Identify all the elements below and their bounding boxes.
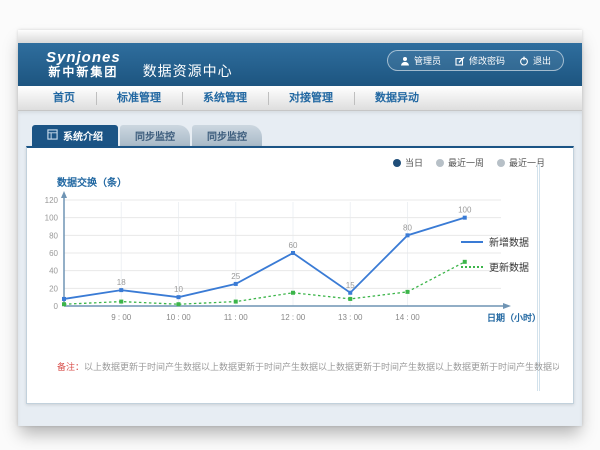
logout-button[interactable]: 退出 [519,54,551,67]
radio-dot [393,159,401,167]
radio-label: 最近一周 [448,156,484,169]
footnote-prefix: 备注： [57,362,84,372]
legend-label: 更新数据 [489,259,529,274]
edit-icon [455,56,465,66]
chart-legend: 新增数据 更新数据 [461,234,529,274]
svg-text:18: 18 [117,278,126,287]
svg-text:25: 25 [231,272,240,281]
svg-text:14 : 00: 14 : 00 [395,313,420,322]
logout-label: 退出 [533,54,551,67]
dotted-line-swatch [461,266,483,268]
time-filter-group: 当日 最近一周 最近一月 [393,156,545,169]
footnote-text: 以上数据更新于时间产生数据以上数据更新于时间产生数据以上数据更新于时间产生数据以… [84,362,559,372]
top-strip [18,30,582,43]
legend-label: 新增数据 [489,234,529,249]
svg-text:11 : 00: 11 : 00 [224,313,248,322]
tab-label: 同步监控 [135,128,175,143]
power-icon [519,56,529,66]
admin-user-label: 管理员 [414,54,441,67]
tab-bar: 系统介绍 同步监控 同步监控 [26,125,574,146]
svg-text:15: 15 [346,281,355,290]
nav-item-standard-mgmt[interactable]: 标准管理 [96,86,182,111]
legend-item-updated-data: 更新数据 [461,259,529,274]
radio-label: 当日 [405,156,423,169]
user-actions: 管理员 修改密码 退出 [387,50,564,71]
header: Synjones 新中新集团 数据资源中心 管理员 修改密码 退出 [18,43,582,86]
panel-right-divider [537,164,540,391]
svg-text:100: 100 [458,206,472,215]
radio-today[interactable]: 当日 [393,156,423,169]
svg-text:10: 10 [174,285,183,294]
radio-dot [436,159,444,167]
svg-text:10 : 00: 10 : 00 [166,313,191,322]
user-icon [400,56,410,66]
nav-item-data-change[interactable]: 数据异动 [354,86,440,111]
admin-user-button[interactable]: 管理员 [400,54,441,67]
logo-brand-text: Synjones [46,50,121,66]
page-title: 数据资源中心 [143,61,233,81]
tab-sync-monitor-1[interactable]: 同步监控 [120,125,190,146]
app-window: Synjones 新中新集团 数据资源中心 管理员 修改密码 退出 [18,30,582,426]
company-logo: Synjones 新中新集团 [46,50,121,78]
solid-line-swatch [461,241,483,243]
change-password-label: 修改密码 [469,54,505,67]
svg-text:日期（小时）: 日期（小时） [487,312,541,323]
svg-text:0: 0 [54,302,59,311]
svg-text:20: 20 [49,284,58,293]
svg-text:120: 120 [45,196,59,205]
y-axis-title: 数据交换（条） [57,174,127,189]
tab-label: 同步监控 [207,128,247,143]
content-area: 系统介绍 同步监控 同步监控 当日 最近一周 [18,111,582,426]
svg-text:80: 80 [49,231,58,240]
tab-label: 系统介绍 [63,128,103,143]
radio-dot [497,159,505,167]
form-icon [47,129,58,143]
radio-last-week[interactable]: 最近一周 [436,156,484,169]
tab-sync-monitor-2[interactable]: 同步监控 [192,125,262,146]
main-nav: 首页 标准管理 系统管理 对接管理 数据异动 [18,86,582,111]
nav-item-home[interactable]: 首页 [32,86,96,111]
svg-text:60: 60 [289,241,298,250]
svg-text:40: 40 [49,267,58,276]
svg-text:9 : 00: 9 : 00 [111,313,132,322]
svg-text:60: 60 [49,249,58,258]
svg-text:12 : 00: 12 : 00 [281,313,306,322]
tab-system-intro[interactable]: 系统介绍 [32,125,118,146]
legend-item-new-data: 新增数据 [461,234,529,249]
svg-text:100: 100 [45,214,59,223]
nav-item-system-mgmt[interactable]: 系统管理 [182,86,268,111]
footnote: 备注：以上数据更新于时间产生数据以上数据更新于时间产生数据以上数据更新于时间产生… [57,360,559,373]
svg-text:80: 80 [403,223,412,232]
chart-panel: 当日 最近一周 最近一月 数据交换（条） 0 20 40 60 80 100 120 18 10… [26,146,574,404]
svg-text:13 : 00: 13 : 00 [338,313,363,322]
change-password-button[interactable]: 修改密码 [455,54,505,67]
nav-item-interface-mgmt[interactable]: 对接管理 [268,86,354,111]
logo-company-name: 新中新集团 [46,66,121,79]
